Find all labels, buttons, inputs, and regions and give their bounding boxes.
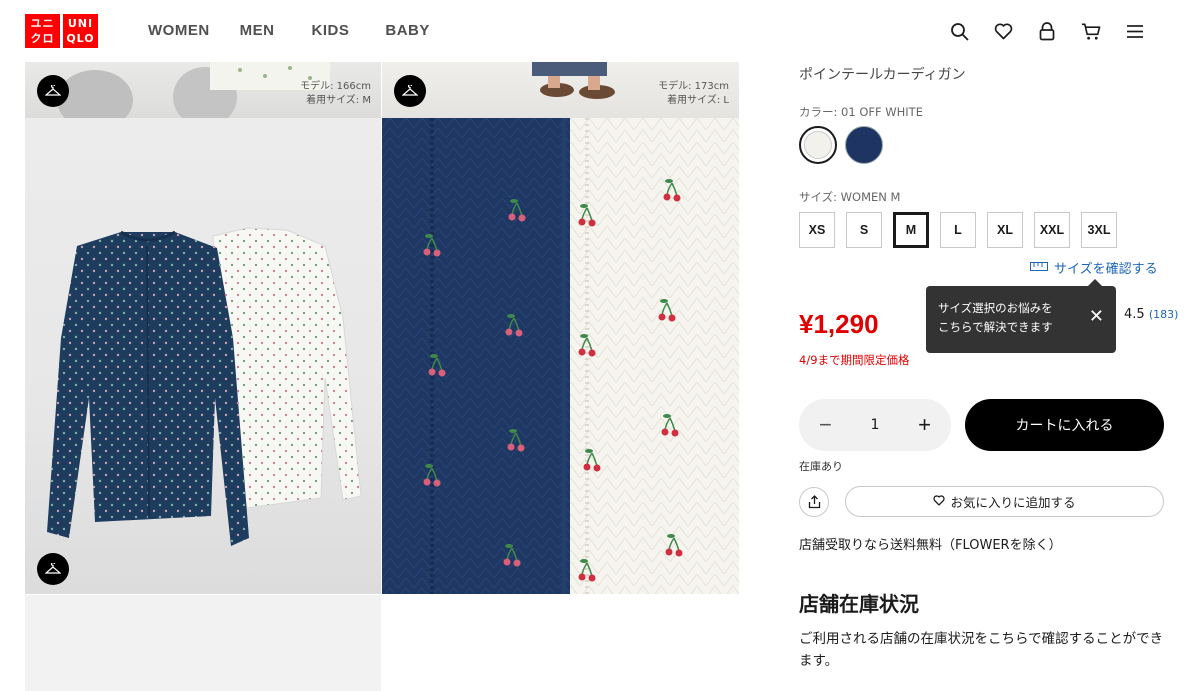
hanger-icon[interactable] bbox=[394, 75, 426, 107]
hanger-icon[interactable] bbox=[37, 553, 69, 585]
nav-women[interactable]: WOMEN bbox=[148, 22, 210, 39]
account-icon[interactable] bbox=[1037, 20, 1057, 42]
close-icon[interactable]: ✕ bbox=[1089, 307, 1104, 326]
gallery-image-model-feet[interactable]: モデル: 173cm 着用サイズ: L bbox=[382, 62, 739, 118]
size-label: サイズ: WOMEN M bbox=[799, 190, 901, 204]
price: ¥1,290 bbox=[799, 309, 879, 339]
store-stock-title: 店舗在庫状況 bbox=[799, 592, 919, 616]
menu-icon[interactable] bbox=[1125, 20, 1145, 42]
logo-text: QLO bbox=[66, 32, 95, 45]
share-icon bbox=[808, 495, 820, 509]
nav-men[interactable]: MEN bbox=[240, 22, 275, 39]
add-to-cart-button[interactable]: カートに入れる bbox=[965, 399, 1164, 451]
heart-icon[interactable] bbox=[993, 20, 1013, 42]
size-selector: XS S M L XL XXL 3XL bbox=[799, 212, 1117, 248]
plus-icon[interactable]: + bbox=[918, 412, 931, 438]
size-button-s[interactable]: S bbox=[846, 212, 882, 248]
ruler-icon bbox=[1030, 260, 1048, 275]
search-icon[interactable] bbox=[949, 20, 969, 42]
store-stock-description: ご利用される店舗の在庫状況をこちらで確認することができます。 bbox=[799, 631, 1164, 669]
free-shipping-note: 店舗受取りなら送料無料（FLOWERを除く） bbox=[799, 538, 1062, 553]
model-size: 着用サイズ: L bbox=[667, 95, 729, 106]
model-size: 着用サイズ: M bbox=[306, 95, 371, 106]
size-button-m[interactable]: M bbox=[893, 212, 929, 248]
add-to-favorites-button[interactable]: お気に入りに追加する bbox=[845, 486, 1164, 517]
site-header: ユニ クロ UNI QLO WOMEN MEN KIDS BABY bbox=[0, 0, 1200, 62]
size-button-xxl[interactable]: XXL bbox=[1034, 212, 1070, 248]
size-button-xl[interactable]: XL bbox=[987, 212, 1023, 248]
color-swatch-off-white[interactable] bbox=[799, 126, 837, 164]
share-button[interactable] bbox=[799, 487, 829, 517]
size-help-tooltip: サイズ選択のお悩みを こちらで解決できます ✕ bbox=[926, 279, 1116, 353]
gallery-image-placeholder[interactable] bbox=[25, 595, 381, 691]
tooltip-text: サイズ選択のお悩みを こちらで解決できます bbox=[938, 301, 1053, 334]
header-icons bbox=[949, 20, 1145, 42]
favorite-label: お気に入りに追加する bbox=[950, 495, 1076, 510]
model-info: モデル: 166cm 着用サイズ: M bbox=[300, 80, 371, 108]
uniqlo-logo[interactable]: ユニ クロ UNI QLO bbox=[25, 14, 99, 48]
hanger-icon[interactable] bbox=[37, 75, 69, 107]
logo-text: UNI bbox=[67, 17, 94, 30]
swatch-fill bbox=[804, 131, 832, 159]
product-name: ポインテールカーディガン bbox=[799, 67, 966, 83]
size-check-link[interactable]: サイズを確認する bbox=[1030, 258, 1158, 277]
main-nav: WOMEN MEN KIDS BABY bbox=[148, 22, 430, 39]
gallery-image-model-women[interactable]: モデル: 166cm 着用サイズ: M bbox=[25, 62, 381, 118]
size-button-3xl[interactable]: 3XL bbox=[1081, 212, 1117, 248]
promo-text: 4/9まで期間限定価格 bbox=[799, 353, 910, 367]
model-height: モデル: 173cm bbox=[658, 81, 729, 92]
model-height: モデル: 166cm bbox=[300, 81, 371, 92]
minus-icon[interactable]: − bbox=[819, 412, 832, 438]
size-button-l[interactable]: L bbox=[940, 212, 976, 248]
color-label: カラー: 01 OFF WHITE bbox=[799, 105, 923, 119]
heart-icon bbox=[933, 494, 946, 509]
cart-icon[interactable] bbox=[1081, 20, 1101, 42]
gallery-image-fabric-closeup[interactable] bbox=[382, 118, 739, 594]
product-gallery: モデル: 166cm 着用サイズ: M モデル: 173cm 着用サイズ: L bbox=[25, 62, 739, 691]
logo-text: クロ bbox=[30, 32, 55, 45]
size-check-label: サイズを確認する bbox=[1054, 262, 1158, 277]
quantity-value[interactable]: 1 bbox=[871, 417, 880, 433]
logo-block-katakana: ユニ クロ bbox=[25, 14, 60, 48]
logo-text: ユニ bbox=[30, 17, 55, 30]
rating-count: (183) bbox=[1148, 308, 1179, 321]
quantity-stepper: − 1 + bbox=[799, 399, 951, 451]
size-button-xs[interactable]: XS bbox=[799, 212, 835, 248]
stock-status: 在庫あり bbox=[799, 460, 843, 473]
gallery-image-cardigans[interactable] bbox=[25, 118, 381, 594]
logo-block-latin: UNI QLO bbox=[63, 14, 98, 48]
nav-kids[interactable]: KIDS bbox=[312, 22, 350, 39]
rating[interactable]: 4.5 (183) bbox=[1124, 307, 1178, 322]
model-info: モデル: 173cm 着用サイズ: L bbox=[658, 80, 729, 108]
color-swatch-navy[interactable] bbox=[845, 126, 883, 164]
rating-value: 4.5 bbox=[1124, 307, 1145, 322]
nav-baby[interactable]: BABY bbox=[385, 22, 430, 39]
